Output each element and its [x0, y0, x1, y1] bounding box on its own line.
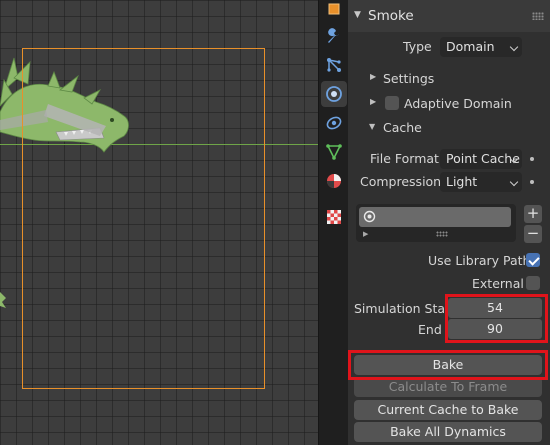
filter-options-icon[interactable]: ▶: [363, 230, 368, 238]
smoke-panel-header[interactable]: ▼ Smoke: [348, 0, 550, 32]
expand-arrow-icon[interactable]: ▶: [370, 97, 376, 106]
compression-dropdown[interactable]: Light: [440, 172, 522, 192]
tab-object-data[interactable]: [321, 0, 347, 20]
remove-cache-button[interactable]: −: [524, 225, 542, 243]
tab-texture[interactable]: [321, 204, 347, 230]
camera-frame: [22, 48, 265, 389]
calculate-to-frame-button[interactable]: Calculate To Frame: [354, 377, 542, 397]
properties-panel: ▼ Smoke Type Domain ▶ Settings ▶ Adaptiv…: [348, 0, 550, 445]
end-field[interactable]: 90: [448, 319, 542, 339]
simulation-start-label: Simulation Start: [354, 301, 456, 316]
use-library-path-label: Use Library Path: [428, 253, 531, 268]
texture-icon: [327, 210, 341, 224]
external-checkbox[interactable]: [526, 276, 540, 290]
physics-icon: [363, 210, 376, 223]
drag-grip-icon[interactable]: [532, 12, 544, 20]
end-label: End: [418, 322, 442, 337]
animate-property-icon[interactable]: [530, 180, 534, 184]
adaptive-domain-label: Adaptive Domain: [404, 96, 512, 111]
tab-modifiers[interactable]: [321, 23, 347, 49]
tab-particles[interactable]: [321, 52, 347, 78]
current-cache-to-bake-button[interactable]: Current Cache to Bake: [354, 400, 542, 420]
settings-subpanel[interactable]: Settings: [383, 71, 434, 86]
list-resize-handle[interactable]: [436, 231, 448, 237]
particles-icon: [327, 58, 341, 72]
collapse-arrow-icon: ▼: [354, 10, 361, 20]
bake-button[interactable]: Bake: [354, 355, 542, 375]
external-label: External: [472, 276, 524, 291]
object-constraint-icon: [326, 116, 342, 130]
file-format-label: File Format: [370, 151, 439, 166]
type-dropdown[interactable]: Domain: [440, 37, 522, 57]
adaptive-domain-checkbox[interactable]: [385, 96, 399, 110]
object-fragment: [0, 292, 6, 308]
type-value: Domain: [446, 39, 495, 54]
mesh-data-icon: [326, 144, 342, 160]
list-item[interactable]: [359, 207, 511, 227]
cache-subpanel[interactable]: Cache: [383, 120, 422, 135]
animate-property-icon[interactable]: [530, 157, 534, 161]
tab-physics[interactable]: [321, 81, 347, 107]
file-format-dropdown[interactable]: Point Cache: [440, 149, 522, 169]
physics-icon: [326, 86, 342, 102]
object-data-icon: [328, 3, 340, 15]
material-icon: [327, 174, 341, 188]
compression-label: Compression: [360, 174, 442, 189]
collapse-arrow-icon[interactable]: ▼: [369, 122, 375, 131]
tab-mesh-data[interactable]: [321, 139, 347, 165]
wrench-modifier-icon: [328, 28, 339, 43]
tab-material[interactable]: [321, 168, 347, 194]
use-library-path-checkbox[interactable]: [526, 253, 540, 267]
panel-title: Smoke: [368, 8, 414, 24]
chevron-down-icon: [509, 42, 519, 52]
point-cache-list[interactable]: ▶: [356, 204, 516, 242]
simulation-start-field[interactable]: 54: [448, 298, 542, 318]
compression-value: Light: [446, 174, 478, 189]
properties-tab-strip: [318, 0, 348, 445]
chevron-down-icon: [509, 177, 519, 187]
bake-all-dynamics-button[interactable]: Bake All Dynamics: [354, 422, 542, 442]
tab-constraints[interactable]: [321, 110, 347, 136]
expand-arrow-icon[interactable]: ▶: [370, 72, 376, 81]
3d-viewport[interactable]: [0, 0, 318, 445]
add-cache-button[interactable]: +: [524, 205, 542, 223]
type-label: Type: [403, 39, 432, 54]
